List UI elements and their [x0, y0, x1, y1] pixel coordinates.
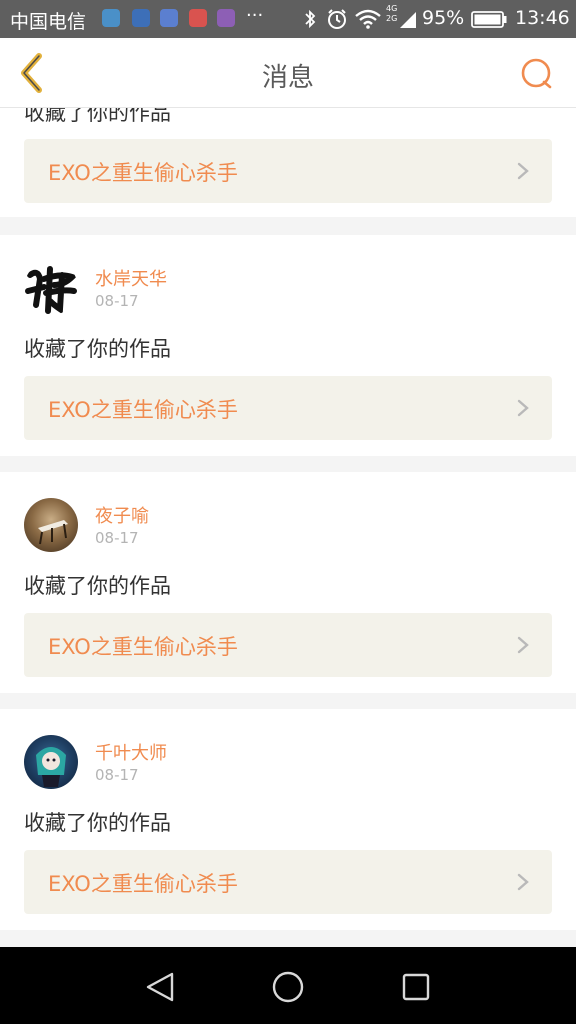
app-notification-icon: [160, 9, 178, 27]
clock: 13:46: [515, 7, 570, 29]
action-text: 收藏了你的作品: [24, 107, 171, 125]
action-text: 收藏了你的作品: [24, 574, 171, 598]
work-title: EXO之重生偷心杀手: [48, 872, 238, 896]
app-notification-icon: [189, 9, 207, 27]
avatar-image: [36, 747, 66, 787]
battery-icon: [471, 11, 507, 28]
avatar[interactable]: [24, 261, 78, 315]
status-indicators: 4G 2G 95% 13:46: [300, 0, 576, 38]
timestamp: 08-17: [95, 529, 139, 547]
message-item: 夜子喻 08-17 收藏了你的作品 EXO之重生偷心杀手: [0, 472, 576, 693]
carrier-label: 中国电信: [10, 11, 87, 33]
avatar-image: [38, 520, 68, 545]
chevron-right-icon: [517, 636, 529, 654]
username[interactable]: 水岸天华: [95, 265, 167, 291]
signal-icon: [400, 12, 416, 28]
avatar[interactable]: [24, 498, 78, 552]
search-button[interactable]: [516, 54, 556, 94]
chevron-right-icon: [517, 162, 529, 180]
app-header: 消息: [0, 38, 576, 108]
work-link[interactable]: EXO之重生偷心杀手: [24, 139, 552, 203]
work-title: EXO之重生偷心杀手: [48, 398, 238, 422]
message-item: 收藏了你的作品 EXO之重生偷心杀手: [0, 107, 576, 217]
recents-nav-icon[interactable]: [400, 971, 432, 1003]
message-item: 水岸天华 08-17 收藏了你的作品 EXO之重生偷心杀手: [0, 235, 576, 456]
battery-percent: 95%: [422, 7, 465, 29]
home-nav-icon[interactable]: [270, 969, 306, 1005]
action-text: 收藏了你的作品: [24, 337, 171, 361]
status-bar: 中国电信 ··· 4G 2G 95% 13:46: [0, 0, 576, 38]
action-text: 收藏了你的作品: [24, 811, 171, 835]
search-icon: [521, 58, 552, 89]
work-link[interactable]: EXO之重生偷心杀手: [24, 850, 552, 914]
work-title: EXO之重生偷心杀手: [48, 161, 238, 185]
bluetooth-icon: [305, 9, 316, 29]
work-title: EXO之重生偷心杀手: [48, 635, 238, 659]
username[interactable]: 夜子喻: [95, 502, 149, 528]
timestamp: 08-17: [95, 292, 139, 310]
alarm-icon: [328, 9, 346, 29]
page-title: 消息: [261, 63, 314, 93]
timestamp: 08-17: [95, 766, 139, 784]
work-link[interactable]: EXO之重生偷心杀手: [24, 376, 552, 440]
avatar-image: [25, 266, 78, 315]
app-notification-icon: [217, 9, 235, 27]
app-notification-icon: [102, 9, 120, 27]
system-nav-bar: [0, 947, 576, 1024]
avatar[interactable]: [24, 735, 78, 789]
username[interactable]: 千叶大师: [95, 739, 167, 765]
chevron-right-icon: [517, 873, 529, 891]
more-notifications-icon: ···: [246, 5, 264, 26]
message-item: 千叶大师 08-17 收藏了你的作品 EXO之重生偷心杀手: [0, 709, 576, 930]
work-link[interactable]: EXO之重生偷心杀手: [24, 613, 552, 677]
wifi-icon: [355, 9, 381, 29]
back-nav-icon[interactable]: [142, 969, 178, 1005]
message-list[interactable]: 收藏了你的作品 EXO之重生偷心杀手 水岸天华 08-17 收藏了你的作品 EX…: [0, 107, 576, 947]
chevron-right-icon: [517, 399, 529, 417]
app-notification-icon: [132, 9, 150, 27]
